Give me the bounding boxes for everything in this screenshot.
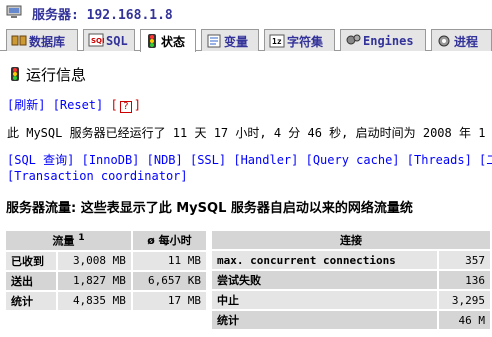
row-per-hour: 17 MB bbox=[132, 291, 206, 310]
row-label: 送出 bbox=[6, 271, 56, 290]
tab-sql[interactable]: SQL SQL bbox=[83, 29, 135, 51]
row-label: 中止 bbox=[212, 291, 437, 309]
server-icon bbox=[6, 5, 22, 18]
table-row: 中止 3,295 bbox=[212, 291, 490, 309]
refresh-link[interactable]: [刷新] bbox=[7, 98, 45, 112]
tab-charsets[interactable]: 1z 字符集 bbox=[264, 29, 335, 51]
tab-databases[interactable]: 数据库 bbox=[6, 29, 78, 51]
traffic-light-icon bbox=[148, 34, 156, 48]
traffic-light-icon bbox=[11, 67, 19, 81]
section-link-query-cache[interactable]: [Query cache] bbox=[306, 153, 400, 167]
tab-bar: 数据库 SQL SQL 状态 变量 1z 字符集 Engi bbox=[0, 29, 492, 52]
row-label: 尝试失败 bbox=[212, 271, 437, 289]
row-label: 已收到 bbox=[6, 251, 56, 270]
help-link[interactable]: [?] bbox=[111, 98, 141, 113]
tab-label: 状态 bbox=[161, 35, 186, 49]
variables-icon bbox=[207, 34, 221, 48]
table-row: 统计 4,835 MB 17 MB bbox=[6, 291, 206, 310]
table-row: max. concurrent connections 357 bbox=[212, 251, 490, 269]
database-icon bbox=[11, 35, 27, 46]
section-link-ssl[interactable]: [SSL] bbox=[190, 153, 226, 167]
traffic-heading: 服务器流量: 这些表显示了此 MySQL 服务器自启动以来的网络流量统 bbox=[6, 201, 413, 216]
section-link-binary-log[interactable]: [二进 bbox=[479, 153, 492, 167]
reset-link[interactable]: [Reset] bbox=[53, 98, 104, 112]
section-link-transaction-coordinator[interactable]: [Transaction coordinator] bbox=[7, 169, 188, 183]
row-value: 357 bbox=[438, 251, 490, 269]
connections-table: 连接 max. concurrent connections 357 尝试失败 … bbox=[210, 229, 492, 331]
section-links: [SQL 查询] [InnoDB] [NDB] [SSL] [Handler] … bbox=[7, 152, 492, 184]
tab-label: 变量 bbox=[224, 35, 249, 49]
server-link[interactable]: 服务器: 192.168.1.8 bbox=[32, 4, 173, 23]
footnote-marker: 1 bbox=[78, 232, 85, 243]
process-icon bbox=[438, 35, 450, 47]
table-row: 尝试失败 136 bbox=[212, 271, 490, 289]
traffic-header-label: 流量 bbox=[52, 234, 75, 248]
svg-text:SQL: SQL bbox=[91, 37, 104, 45]
tab-processes[interactable]: 进程 bbox=[431, 29, 492, 51]
table-row: 统计 46 M bbox=[212, 311, 490, 329]
traffic-table: 流量 1 ø 每小时 已收到 3,008 MB 11 MB 送出 1,827 M… bbox=[4, 229, 208, 312]
page-title: 运行信息 bbox=[10, 64, 86, 85]
tab-variables[interactable]: 变量 bbox=[201, 29, 259, 51]
section-link-threads[interactable]: [Threads] bbox=[407, 153, 472, 167]
section-link-ndb[interactable]: [NDB] bbox=[147, 153, 183, 167]
row-label: 统计 bbox=[212, 311, 437, 329]
action-links: [刷新] [Reset] [?] bbox=[7, 96, 141, 113]
tab-status[interactable]: 状态 bbox=[140, 29, 196, 52]
row-value: 46 M bbox=[438, 311, 490, 329]
engines-icon bbox=[346, 34, 361, 45]
table-row: 已收到 3,008 MB 11 MB bbox=[6, 251, 206, 270]
section-link-innodb[interactable]: [InnoDB] bbox=[82, 153, 140, 167]
row-value: 136 bbox=[438, 271, 490, 289]
row-value: 4,835 MB bbox=[57, 291, 131, 310]
row-per-hour: 11 MB bbox=[132, 251, 206, 270]
connections-header: 连接 bbox=[212, 231, 490, 249]
tab-label: 进程 bbox=[454, 35, 479, 49]
help-icon: ? bbox=[119, 101, 132, 113]
tab-label: 数据库 bbox=[29, 35, 66, 49]
svg-text:1z: 1z bbox=[272, 37, 282, 46]
row-label: 统计 bbox=[6, 291, 56, 310]
row-label: max. concurrent connections bbox=[212, 251, 437, 269]
row-value: 3,008 MB bbox=[57, 251, 131, 270]
charset-icon: 1z bbox=[269, 34, 285, 48]
per-hour-header: ø 每小时 bbox=[132, 231, 206, 250]
row-value: 1,827 MB bbox=[57, 271, 131, 290]
uptime-text: 此 MySQL 服务器已经运行了 11 天 17 小时, 4 分 46 秒, 启… bbox=[7, 126, 486, 140]
tab-engines[interactable]: Engines bbox=[340, 29, 426, 51]
tab-label: 字符集 bbox=[287, 35, 324, 49]
table-row: 送出 1,827 MB 6,657 KB bbox=[6, 271, 206, 290]
row-value: 3,295 bbox=[438, 291, 490, 309]
tab-label: Engines bbox=[363, 34, 414, 48]
server-bar: 服务器: 192.168.1.8 bbox=[0, 0, 492, 25]
tab-label: SQL bbox=[106, 34, 128, 48]
traffic-header: 流量 1 bbox=[6, 231, 131, 250]
section-link-handler[interactable]: [Handler] bbox=[233, 153, 298, 167]
sql-icon: SQL bbox=[88, 33, 104, 47]
row-per-hour: 6,657 KB bbox=[132, 271, 206, 290]
page-title-text: 运行信息 bbox=[26, 66, 87, 84]
section-link-sql-queries[interactable]: [SQL 查询] bbox=[7, 153, 74, 167]
